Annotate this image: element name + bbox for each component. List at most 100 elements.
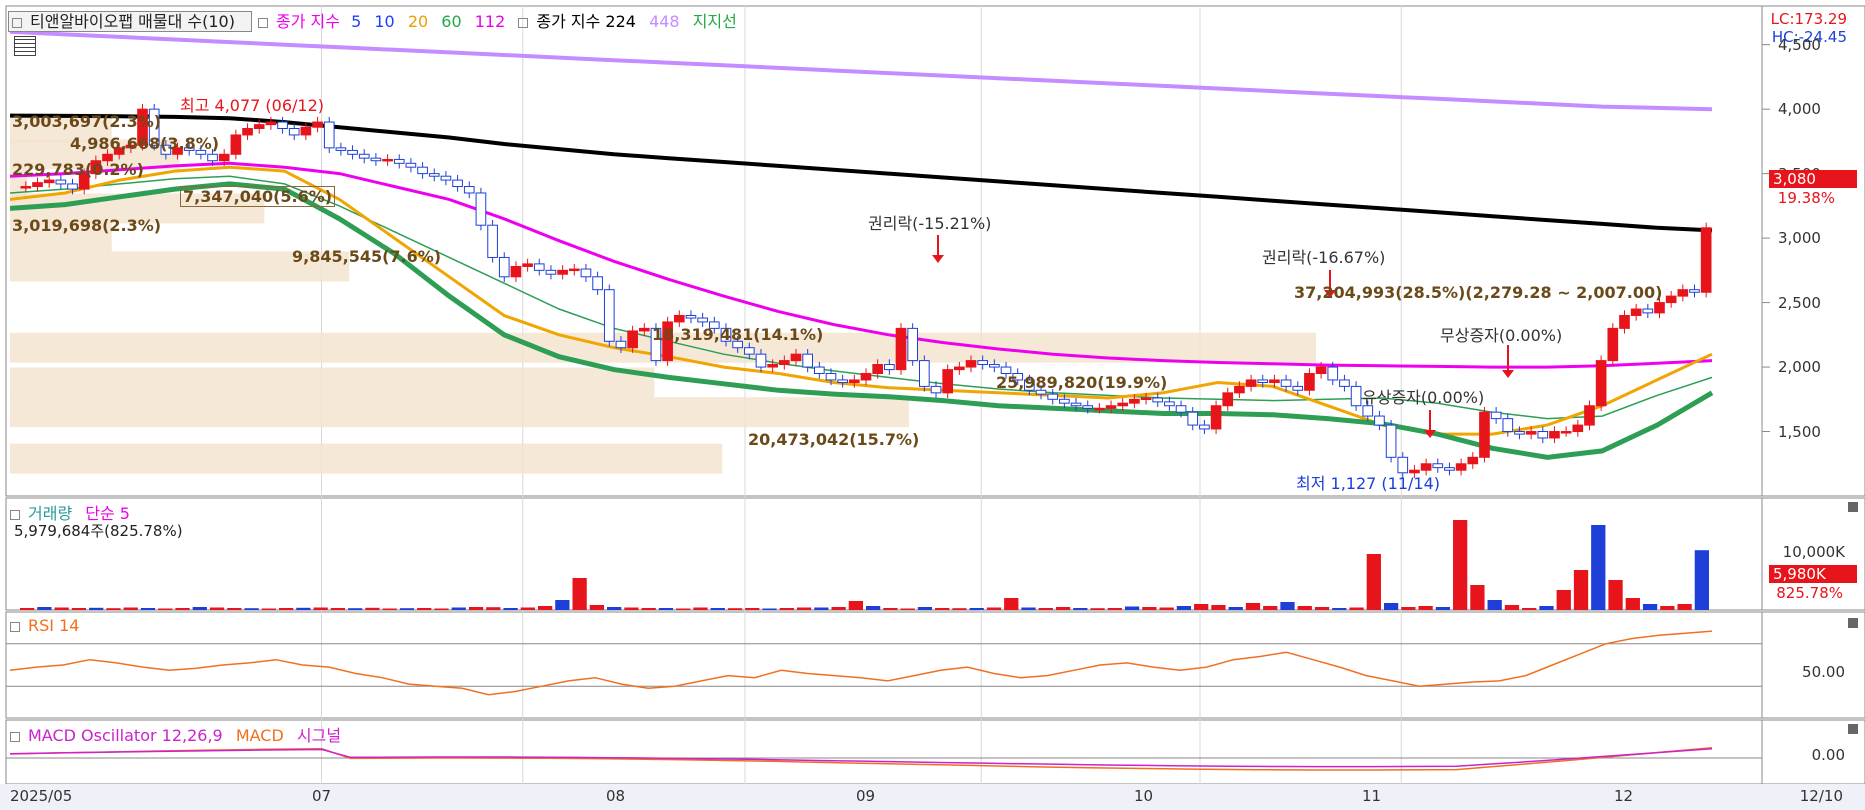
candle bbox=[265, 121, 277, 126]
candle bbox=[1514, 431, 1525, 435]
volume-bar bbox=[20, 608, 35, 610]
volume-bar bbox=[244, 608, 259, 610]
candle bbox=[1094, 407, 1105, 411]
candle bbox=[1129, 398, 1140, 404]
volume-tick: 10,000K bbox=[1782, 543, 1845, 561]
candle bbox=[253, 124, 265, 129]
candle bbox=[510, 265, 522, 278]
volume-bar bbox=[658, 608, 674, 610]
volume-bar bbox=[1435, 607, 1451, 610]
table-icon[interactable] bbox=[14, 36, 36, 56]
candle bbox=[1432, 463, 1444, 469]
candle bbox=[43, 179, 55, 184]
volume-bar bbox=[831, 607, 846, 610]
volume-bar bbox=[1401, 607, 1416, 610]
title-button[interactable]: 티앤알바이오팹 매물대 수(10) bbox=[8, 11, 253, 32]
volume-bar bbox=[123, 607, 138, 610]
candle bbox=[405, 162, 417, 168]
candle bbox=[743, 347, 755, 355]
candle bbox=[1280, 379, 1292, 387]
volume-bar bbox=[451, 607, 466, 610]
volume-bar bbox=[1159, 607, 1174, 610]
candle bbox=[1164, 401, 1175, 407]
volume-bar bbox=[503, 608, 518, 610]
volume-bar bbox=[900, 608, 915, 610]
candle bbox=[755, 353, 767, 368]
volume-bar bbox=[1038, 608, 1053, 610]
volume-bar bbox=[641, 608, 656, 610]
volume-bar bbox=[365, 607, 380, 610]
volume-bar bbox=[468, 607, 484, 610]
candle bbox=[1385, 424, 1397, 458]
volume-bar bbox=[589, 605, 605, 610]
volume-bar bbox=[1280, 602, 1295, 610]
volume-current-tag: 5,980K bbox=[1769, 565, 1857, 583]
volume-bar bbox=[1124, 606, 1140, 610]
close-icon[interactable] bbox=[1848, 502, 1858, 512]
candle bbox=[1105, 405, 1117, 409]
candle bbox=[1560, 431, 1572, 434]
legend-square-icon bbox=[10, 509, 20, 520]
volume-bar bbox=[710, 608, 725, 610]
candle bbox=[1642, 308, 1654, 314]
candle bbox=[977, 360, 989, 365]
vp-label-8: 18,319,481(14.1%) bbox=[652, 325, 824, 344]
volume-bar bbox=[1228, 607, 1243, 610]
volume-bar bbox=[779, 608, 794, 610]
ma-5: 5 bbox=[351, 12, 362, 31]
rights-offering: 유상증자(0.00%) bbox=[1362, 388, 1485, 407]
vp-label-5: 3,019,698(2.3%) bbox=[12, 216, 162, 235]
candle bbox=[522, 263, 533, 267]
volume-bar bbox=[1608, 580, 1623, 610]
candle bbox=[1689, 289, 1700, 293]
volume-bar bbox=[1453, 520, 1468, 610]
macd-tick: 0.00 bbox=[1811, 746, 1845, 764]
candle bbox=[884, 363, 895, 371]
candle bbox=[1292, 385, 1304, 391]
volume-bar bbox=[261, 608, 276, 610]
candle bbox=[1700, 227, 1712, 293]
candle bbox=[848, 379, 860, 384]
volume-bar bbox=[158, 608, 173, 610]
x-label-2: 08 bbox=[606, 787, 626, 805]
price-tick-label: 2,000 bbox=[1778, 358, 1821, 377]
volume-bar bbox=[278, 608, 294, 610]
toggle-square-icon bbox=[12, 17, 22, 28]
candle bbox=[615, 340, 627, 349]
candle bbox=[1455, 463, 1467, 471]
candle bbox=[1175, 405, 1187, 413]
vp-label-6: 9,845,545(7.6%) bbox=[292, 247, 442, 266]
volume-panel bbox=[5, 497, 1763, 611]
candle bbox=[452, 179, 463, 188]
bonus-issue: 무상증자(0.00%) bbox=[1440, 326, 1563, 345]
volume-bar bbox=[762, 608, 777, 610]
vp-label-1: 3,003,697(2.3%) bbox=[12, 112, 162, 131]
close-icon[interactable] bbox=[1848, 724, 1858, 734]
rights-issue-1: 권리락(-15.21%) bbox=[868, 214, 992, 233]
rsi-panel bbox=[5, 611, 1763, 719]
candle bbox=[1187, 411, 1199, 426]
volume-bar bbox=[1677, 604, 1692, 610]
candle bbox=[1304, 373, 1315, 391]
vp-label-9: 25,989,820(19.9%) bbox=[996, 373, 1168, 392]
volume-bar bbox=[399, 608, 415, 610]
vp-label-3: 229,783(0.2%) bbox=[12, 160, 144, 179]
volume-bar bbox=[969, 608, 984, 610]
candle bbox=[545, 269, 557, 275]
volume-bar bbox=[106, 608, 121, 610]
volume-bar bbox=[1332, 608, 1347, 610]
x-label-6: 12 bbox=[1614, 787, 1634, 805]
ma-224-label: 종가 지수 224 bbox=[536, 12, 636, 31]
candle bbox=[417, 166, 428, 175]
close-icon[interactable] bbox=[1848, 618, 1858, 628]
price-tick-label: 3,000 bbox=[1778, 229, 1821, 248]
support-line-label: 지지선 bbox=[692, 12, 737, 31]
price-tick-label: 1,500 bbox=[1778, 422, 1821, 441]
candle bbox=[382, 158, 393, 162]
volume-bar bbox=[555, 600, 570, 610]
candle bbox=[463, 186, 475, 194]
candle bbox=[895, 327, 907, 371]
candle bbox=[1479, 411, 1490, 458]
macd-title: MACD Oscillator 12,26,9 bbox=[28, 726, 223, 745]
volume-bar bbox=[796, 607, 812, 610]
